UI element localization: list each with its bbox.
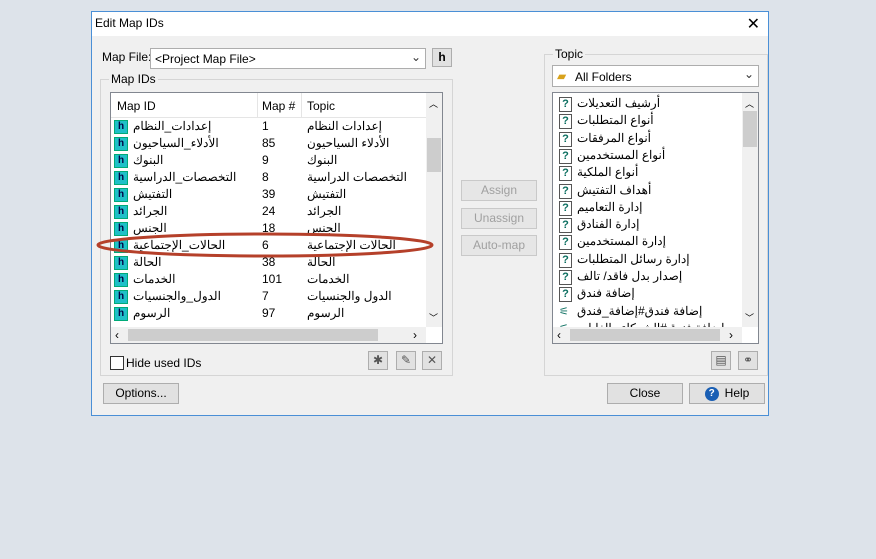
map-number-cell: 24: [262, 204, 276, 218]
map-id-cell: التفتيش: [133, 187, 173, 201]
topic-item-label: أنواع الملكية: [577, 165, 639, 180]
map-id-cell: البنوك: [133, 153, 164, 167]
list-item[interactable]: ? إدارة الفنادق: [553, 216, 758, 234]
map-ids-group-label: Map IDs: [109, 72, 158, 86]
topic-list[interactable]: ? أرشيف التعديلات? أنواع المتطلبات? أنوا…: [552, 92, 759, 344]
topic-item-label: أنواع المتطلبات: [577, 113, 654, 128]
topic-item-label: إدارة التعاميم: [577, 199, 643, 214]
column-map-id[interactable]: Map ID: [117, 99, 156, 113]
topic-item-label: إدارة المستخدمين: [577, 234, 666, 249]
hide-used-ids-checkbox[interactable]: [110, 356, 124, 370]
topic-cell: التفتيش: [307, 187, 347, 201]
topic-cell: إعدادات النظام: [307, 119, 382, 133]
browse-map-file-button[interactable]: h: [432, 48, 452, 67]
highlight-ellipse: [96, 232, 434, 258]
assign-button[interactable]: Assign: [461, 180, 537, 201]
column-map-number[interactable]: Map #: [262, 99, 295, 113]
topic-cell: الرسوم: [307, 306, 345, 320]
list-item[interactable]: ? أنواع المستخدمين: [553, 147, 758, 164]
new-map-id-icon[interactable]: ✱: [368, 351, 388, 370]
topic-view-icon[interactable]: ▤: [711, 351, 731, 370]
close-button[interactable]: Close: [607, 383, 683, 404]
topic-cell: الخدمات: [307, 272, 350, 286]
list-item[interactable]: ? أنواع المتطلبات: [553, 112, 758, 130]
topic-item-label: إضافة فندق#إضافة_فندق: [577, 303, 703, 318]
map-file-select[interactable]: <Project Map File> ⌄: [150, 48, 426, 69]
hide-used-ids-label: Hide used IDs: [126, 356, 202, 370]
table-row[interactable]: ?h إعدادات_النظام 1 إعدادات النظام: [111, 118, 442, 135]
map-number-cell: 1: [262, 119, 269, 133]
folder-select[interactable]: ▰ All Folders ⌄: [552, 65, 759, 87]
column-topic[interactable]: Topic: [307, 99, 335, 113]
table-row[interactable]: ?h الدول_والجنسيات 7 الدول والجنسيات: [111, 288, 442, 305]
table-row[interactable]: ?h الرسوم 97 الرسوم: [111, 305, 442, 322]
list-item[interactable]: ? إصدار بدل فاقد/ تالف: [553, 268, 758, 285]
horizontal-scrollbar[interactable]: ‹ ›: [111, 327, 426, 343]
topic-item-label: إدارة رسائل المتطلبات: [577, 251, 690, 266]
map-id-cell: الرسوم: [133, 306, 171, 320]
table-row[interactable]: ?h التخصصات_الدراسية 8 التخصصات الدراسية: [111, 169, 442, 186]
topic-item-label: أنواع المرفقات: [577, 130, 652, 145]
topic-cell: الجرائد: [307, 204, 342, 218]
list-item[interactable]: ? أرشيف التعديلات: [553, 95, 758, 112]
options-button[interactable]: Options...: [103, 383, 179, 404]
topic-cell: الدول والجنسيات: [307, 289, 392, 303]
unassign-button[interactable]: Unassign: [461, 208, 537, 229]
list-item[interactable]: ? أنواع الملكية: [553, 164, 758, 182]
chevron-down-icon: ⌄: [743, 67, 754, 81]
list-item[interactable]: ? إدارة رسائل المتطلبات: [553, 251, 758, 268]
topic-item-label: إدارة الفنادق: [577, 217, 640, 232]
list-header: Map ID Map # Topic: [111, 93, 426, 118]
find-binoculars-icon[interactable]: ⚭: [738, 351, 758, 370]
topic-cell: التخصصات الدراسية: [307, 170, 407, 184]
topic-cell: الأدلاء السياحيون: [307, 136, 390, 150]
title-bar: Edit Map IDs ✕: [92, 12, 768, 36]
help-icon: ?: [704, 386, 719, 401]
topic-item-label: إضافة فندق: [577, 286, 635, 301]
close-icon[interactable]: ✕: [747, 14, 760, 34]
map-number-cell: 39: [262, 187, 276, 201]
table-row[interactable]: ?h الجرائد 24 الجرائد: [111, 203, 442, 220]
map-id-cell: التخصصات_الدراسية: [133, 170, 237, 184]
chevron-down-icon: ⌄: [410, 50, 421, 64]
map-id-cell: إعدادات_النظام: [133, 119, 212, 133]
map-id-cell: الأدلاء_السياحيون: [133, 136, 219, 150]
folder-icon: ▰: [557, 69, 567, 83]
list-item[interactable]: ⚟ إضافة فندق#إضافة_فندق: [553, 303, 758, 320]
topic-item-label: أنواع المستخدمين: [577, 147, 666, 162]
map-file-label: Map File:: [102, 50, 152, 64]
list-item[interactable]: ? إدارة المستخدمين: [553, 233, 758, 251]
map-number-cell: 8: [262, 170, 269, 184]
delete-icon[interactable]: ✕: [422, 351, 442, 370]
topic-horizontal-scrollbar[interactable]: ‹ ›: [553, 327, 742, 343]
help-button[interactable]: ? Help: [689, 383, 765, 404]
list-item[interactable]: ? إدارة التعاميم: [553, 199, 758, 216]
vertical-scrollbar[interactable]: ︿ ﹀: [426, 93, 442, 327]
map-id-cell: الجرائد: [133, 204, 168, 218]
table-row[interactable]: ?h الأدلاء_السياحيون 85 الأدلاء السياحيو…: [111, 135, 442, 152]
map-number-cell: 101: [262, 272, 283, 286]
table-row[interactable]: ?h التفتيش 39 التفتيش: [111, 186, 442, 203]
topic-group-label: Topic: [553, 47, 586, 61]
topic-vertical-scrollbar[interactable]: ︿ ﹀: [742, 93, 758, 327]
map-id-cell: الخدمات: [133, 272, 176, 286]
map-number-cell: 7: [262, 289, 269, 303]
map-id-cell: الدول_والجنسيات: [133, 289, 221, 303]
window-title: Edit Map IDs: [95, 16, 164, 30]
list-item[interactable]: ? أهداف التفتيش: [553, 182, 758, 199]
list-item[interactable]: ? إضافة فندق: [553, 285, 758, 303]
auto-map-button[interactable]: Auto-map: [461, 235, 537, 256]
table-row[interactable]: ?h الخدمات 101 الخدمات: [111, 271, 442, 288]
list-item[interactable]: ? أنواع المرفقات: [553, 130, 758, 147]
topic-item-label: أهداف التفتيش: [577, 182, 652, 197]
table-row[interactable]: ?h البنوك 9 البنوك: [111, 152, 442, 169]
topic-item-label: أرشيف التعديلات: [577, 96, 661, 110]
map-number-cell: 97: [262, 306, 276, 320]
topic-item-label: إصدار بدل فاقد/ تالف: [577, 269, 683, 283]
map-number-cell: 9: [262, 153, 269, 167]
edit-pencil-icon[interactable]: ✎: [396, 351, 416, 370]
topic-cell: البنوك: [307, 153, 338, 167]
map-ids-list[interactable]: Map ID Map # Topic ?h إعدادات_النظام 1 إ…: [110, 92, 443, 344]
map-number-cell: 85: [262, 136, 276, 150]
